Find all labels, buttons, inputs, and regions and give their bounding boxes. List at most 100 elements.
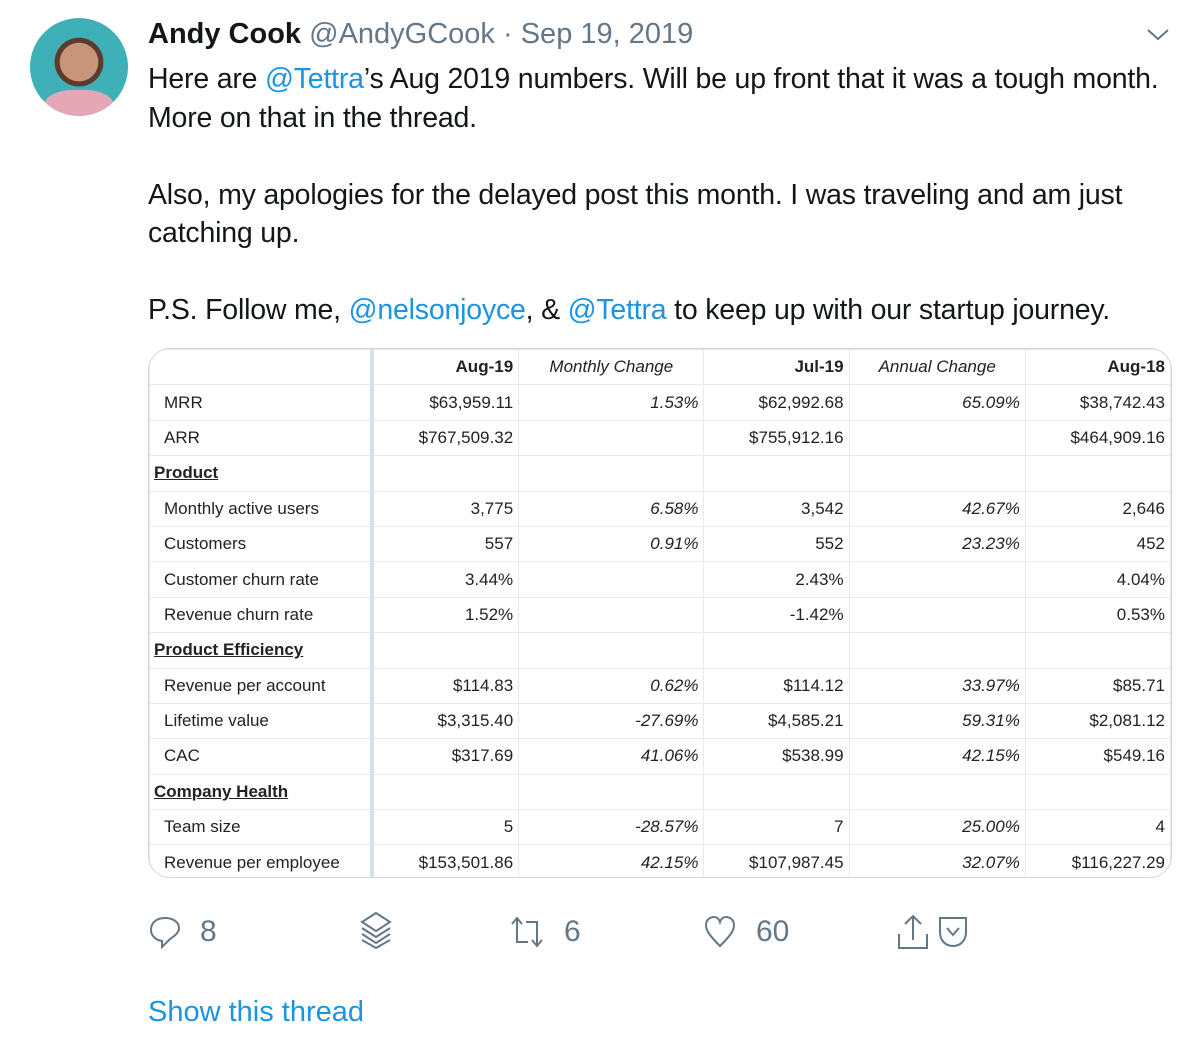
table-row: Company Health — [149, 773, 1171, 811]
layers-icon — [360, 911, 392, 950]
retweet-button[interactable]: 6 — [508, 914, 581, 950]
table-cell: 2.43% — [703, 561, 850, 598]
retweet-count: 6 — [564, 915, 581, 948]
tweet-header: Andy Cook @AndyGCook · Sep 19, 2019 — [148, 18, 693, 51]
table-cell: 0.62% — [518, 667, 705, 704]
mention-link[interactable]: @Tettra — [568, 294, 667, 326]
table-cell — [848, 596, 1026, 634]
row-label: Lifetime value — [149, 702, 374, 740]
retweet-icon — [511, 916, 543, 948]
row-label: Revenue per account — [149, 667, 374, 704]
table-row: Product — [149, 455, 1171, 492]
image-card[interactable]: Aug-19 Monthly Change Jul-19 Annual Change A… — [148, 348, 1172, 878]
table-cell: 452 — [1024, 525, 1171, 563]
share-button[interactable] — [896, 912, 970, 952]
table-cell: 23.23% — [848, 525, 1026, 563]
table-cell — [1024, 632, 1171, 669]
stack-button[interactable] — [356, 910, 396, 950]
table-cell: $538.99 — [703, 738, 850, 775]
column-header: Monthly Change — [518, 349, 705, 386]
table-row: Revenue churn rate 1.52% -1.42% 0.53% — [149, 596, 1171, 634]
section-heading: Product Efficiency — [149, 632, 374, 669]
table-cell: 1.53% — [518, 384, 705, 421]
table-cell: 4 — [1024, 809, 1171, 846]
table-row: Product Efficiency — [149, 632, 1171, 669]
table-cell: 1.52% — [370, 596, 520, 634]
table-cell: -27.69% — [518, 702, 705, 740]
table-cell: $464,909.16 — [1024, 419, 1171, 457]
table-cell — [518, 561, 705, 598]
table-cell — [518, 773, 705, 811]
share-icon — [898, 914, 928, 949]
table-cell: $317.69 — [370, 738, 520, 775]
table-cell: $85.71 — [1024, 667, 1171, 704]
avatar[interactable] — [30, 18, 128, 116]
paragraph: Also, my apologies for the delayed post … — [148, 178, 1123, 250]
reply-button[interactable]: 8 — [148, 914, 217, 950]
like-button[interactable]: 60 — [702, 914, 789, 950]
table-cell — [518, 596, 705, 634]
table-row: ARR $767,509.32 $755,912.16 $464,909.16 — [149, 419, 1171, 457]
table-cell — [848, 773, 1026, 811]
section-heading: Company Health — [149, 773, 374, 811]
table-cell: 41.06% — [518, 738, 705, 775]
table-cell: 59.31% — [848, 702, 1026, 740]
row-label: Revenue churn rate — [149, 596, 374, 634]
table-row: Customers 557 0.91% 552 23.23% 452 — [149, 525, 1171, 563]
separator: · — [502, 18, 513, 50]
table-cell: 2,646 — [1024, 490, 1171, 527]
table-cell: 32.07% — [848, 844, 1026, 877]
table-cell: 0.91% — [518, 525, 705, 563]
table-cell: $63,959.11 — [370, 384, 520, 421]
table-row: CAC $317.69 41.06% $538.99 42.15% $549.16 — [149, 738, 1171, 775]
column-header: Annual Change — [848, 349, 1026, 386]
table-cell: $107,987.45 — [703, 844, 850, 877]
tweet-date[interactable]: Sep 19, 2019 — [521, 18, 694, 50]
metrics-table: Aug-19 Monthly Change Jul-19 Annual Change A… — [149, 349, 1171, 877]
table-cell: $549.16 — [1024, 738, 1171, 775]
row-label: Customers — [149, 525, 374, 563]
table-cell: 42.15% — [518, 844, 705, 877]
table-cell: $2,081.12 — [1024, 702, 1171, 740]
table-cell: $62,992.68 — [703, 384, 850, 421]
table-cell: 3.44% — [370, 561, 520, 598]
table-cell: 3,775 — [370, 490, 520, 527]
section-heading: Product — [149, 455, 374, 492]
table-cell: 0.53% — [1024, 596, 1171, 634]
table-cell: $114.12 — [703, 667, 850, 704]
table-cell: 557 — [370, 525, 520, 563]
text: to keep up with our startup journey. — [666, 294, 1111, 326]
text: , & — [525, 294, 568, 326]
like-count: 60 — [756, 915, 790, 948]
reply-count: 8 — [200, 915, 217, 948]
mention-link[interactable]: @Tettra — [265, 63, 364, 95]
table-cell — [703, 773, 850, 811]
row-label: Revenue per employee — [149, 844, 374, 877]
table-cell: $755,912.16 — [703, 419, 850, 457]
table-cell: 7 — [703, 809, 850, 846]
column-header: Jul-19 — [703, 349, 850, 386]
table-cell — [1024, 773, 1171, 811]
table-row: Revenue per employee $153,501.86 42.15% $10… — [149, 844, 1171, 877]
table-cell — [370, 455, 520, 492]
table-cell — [370, 632, 520, 669]
table-cell: 6.58% — [518, 490, 705, 527]
table-cell — [1024, 455, 1171, 492]
author-name[interactable]: Andy Cook — [148, 18, 301, 50]
table-row: Team size 5 -28.57% 7 25.00% 4 — [149, 809, 1171, 846]
row-label: ARR — [149, 419, 374, 457]
mention-link[interactable]: @nelsonjoyce — [349, 294, 526, 326]
chevron-down-icon[interactable] — [1144, 24, 1172, 44]
show-thread-link[interactable]: Show this thread — [148, 996, 364, 1029]
table-row: Monthly active users 3,775 6.58% 3,542 42.67… — [149, 490, 1171, 527]
table-cell: $3,315.40 — [370, 702, 520, 740]
table-cell: 5 — [370, 809, 520, 846]
table-cell — [848, 419, 1026, 457]
heart-icon — [704, 915, 736, 948]
table-cell: 3,542 — [703, 490, 850, 527]
row-label: Monthly active users — [149, 490, 374, 527]
author-handle[interactable]: @AndyGCook — [309, 18, 495, 50]
table-cell — [518, 455, 705, 492]
table-row: Revenue per account $114.83 0.62% $114.12 33… — [149, 667, 1171, 704]
table-cell: $153,501.86 — [370, 844, 520, 877]
